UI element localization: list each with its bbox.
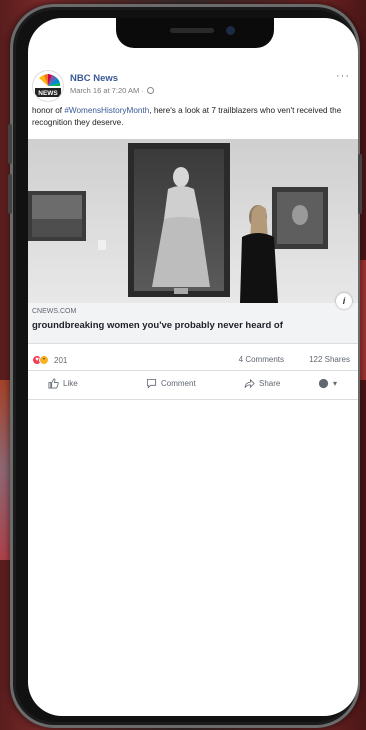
comment-icon <box>146 378 157 389</box>
info-icon[interactable]: i <box>336 293 352 309</box>
post-timestamp[interactable]: March 16 at 7:20 AM · <box>70 86 144 95</box>
phone-power-button <box>358 154 362 214</box>
share-arrow-icon <box>244 378 255 389</box>
globe-icon <box>146 87 154 94</box>
thumbs-up-icon <box>48 378 59 389</box>
more-options-button[interactable]: ··· <box>336 70 350 82</box>
share-button[interactable]: Share <box>244 378 280 389</box>
speaker-grille <box>170 28 214 33</box>
link-domain: CNEWS.COM <box>32 308 77 315</box>
comments-count[interactable]: 4 Comments <box>239 355 284 364</box>
hashtag-link[interactable]: #WomensHistoryMonth <box>64 106 149 115</box>
right-painting <box>272 187 328 249</box>
phone-notch <box>116 18 274 48</box>
phone-side-button <box>8 124 12 164</box>
share-label: Share <box>259 379 281 388</box>
comment-button[interactable]: Comment <box>146 378 196 389</box>
shares-count[interactable]: 122 Shares <box>309 355 350 364</box>
post-image[interactable] <box>28 139 358 303</box>
page-name-link[interactable]: NBC News <box>70 73 118 84</box>
main-portrait-painting <box>128 143 230 297</box>
comment-label: Comment <box>161 379 196 388</box>
left-painting <box>28 191 86 241</box>
link-title: groundbreaking women you've probably nev… <box>32 320 283 331</box>
avatar-text: NEWS <box>38 90 58 97</box>
phone-frame: NEWS NBC News March 16 at 7:20 AM · ··· … <box>8 4 362 728</box>
caption-start: honor of <box>32 106 65 115</box>
page-avatar[interactable]: NEWS <box>32 70 64 102</box>
post-header: NEWS NBC News March 16 at 7:20 AM · ··· <box>32 70 354 102</box>
post-meta: March 16 at 7:20 AM · <box>70 86 154 95</box>
dropdown-caret: ▾ <box>333 379 338 388</box>
front-camera <box>226 26 235 35</box>
nbc-peacock-icon: NEWS <box>35 74 61 97</box>
reaction-count: 201 <box>54 355 68 365</box>
phone-screen: NEWS NBC News March 16 at 7:20 AM · ··· … <box>28 18 358 716</box>
post-caption: honor of #WomensHistoryMonth, here's a l… <box>32 105 350 129</box>
post-stats: ♥ • 201 4 Comments 122 Shares <box>32 355 350 369</box>
post-actions-bar: Like Comment Share ▾ <box>28 370 358 400</box>
like-label: Like <box>63 379 78 388</box>
wall-label <box>98 240 106 250</box>
like-button[interactable]: Like <box>48 378 78 389</box>
phone-side-button <box>8 174 12 214</box>
reaction-picker-button[interactable]: ▾ <box>318 378 337 389</box>
reactions-summary[interactable]: ♥ • 201 <box>32 355 67 365</box>
wow-reaction-icon: • <box>39 355 49 365</box>
profile-avatar-icon <box>318 378 329 389</box>
link-preview[interactable]: CNEWS.COM groundbreaking women you've pr… <box>28 303 358 344</box>
